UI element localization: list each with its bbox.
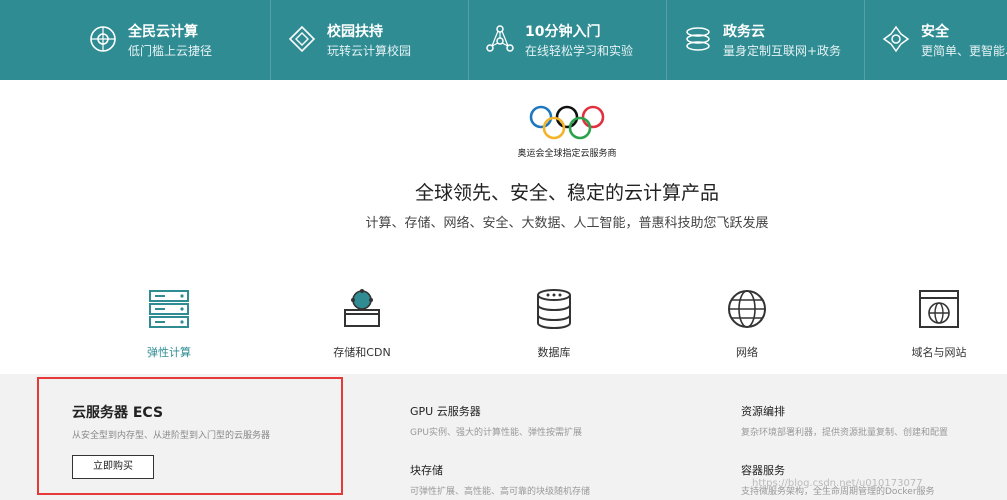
banner-item-security[interactable]: 安全 更简单、更智能、 [864, 0, 1007, 80]
olympic-rings-logo [528, 104, 606, 142]
category-storage-cdn[interactable]: 存储和CDN [302, 286, 422, 360]
product-description: 可弹性扩展、高性能、高可靠的块级随机存储 [410, 487, 591, 497]
banner-title: 10分钟入门 [525, 24, 601, 40]
product-description: GPU实例、强大的计算性能、弹性按需扩展 [410, 428, 582, 438]
hero-title: 全球领先、安全、稳定的云计算产品 [414, 182, 719, 204]
sponsor-caption: 奥运会全球指定云服务商 [517, 149, 617, 159]
product-description: 复杂环境部署利器，提供资源批量复制、创建和配置 [741, 428, 949, 438]
database-icon [531, 286, 577, 332]
banner-subtitle: 低门槛上云捷径 [128, 44, 213, 58]
banner-subtitle: 玩转云计算校园 [327, 44, 412, 58]
banner-title: 全民云计算 [128, 24, 198, 40]
product-title[interactable]: 容器服务 [741, 462, 935, 478]
government-icon [683, 24, 713, 54]
banner-subtitle: 在线轻松学习和实验 [525, 44, 634, 58]
banner-title: 安全 [921, 24, 949, 40]
storage-icon [339, 286, 385, 332]
product-title[interactable]: GPU 云服务器 [410, 403, 582, 419]
product-title[interactable]: 资源编排 [741, 403, 948, 419]
cloud-globe-icon [88, 24, 118, 54]
category-domain-website[interactable]: 域名与网站 [879, 286, 999, 360]
security-icon [881, 24, 911, 54]
banner-title: 政务云 [723, 24, 765, 40]
banner-item-government[interactable]: 政务云 量身定制互联网+政务 [666, 0, 864, 80]
product-orchestration[interactable]: 资源编排 复杂环境部署利器，提供资源批量复制、创建和配置 [741, 403, 948, 438]
hero-subtitle: 计算、存储、网络、安全、大数据、人工智能，普惠科技助您飞跃发展 [365, 216, 769, 231]
banner-item-cloud[interactable]: 全民云计算 低门槛上云捷径 [72, 0, 270, 80]
product-title[interactable]: 块存储 [410, 462, 590, 478]
category-label: 弹性计算 [147, 346, 191, 359]
website-icon [916, 286, 962, 332]
watermark: https://blog.csdn.net/u010173077 [752, 478, 923, 489]
ecs-title[interactable]: 云服务器 ECS [72, 402, 163, 422]
ecs-description: 从安全型到内存型、从进阶型到入门型的云服务器 [72, 431, 271, 441]
category-label: 网络 [736, 346, 758, 359]
banner-item-campus[interactable]: 校园扶持 玩转云计算校园 [270, 0, 468, 80]
category-label: 域名与网站 [911, 346, 967, 359]
category-database[interactable]: 数据库 [494, 286, 614, 360]
product-block-storage[interactable]: 块存储 可弹性扩展、高性能、高可靠的块级随机存储 [410, 462, 590, 497]
banner-subtitle: 量身定制互联网+政务 [723, 44, 842, 58]
banner-subtitle: 更简单、更智能、 [921, 44, 1007, 58]
category-elastic-compute[interactable]: 弹性计算 [109, 286, 229, 360]
campus-icon [287, 24, 317, 54]
globe-icon [724, 286, 770, 332]
server-icon [146, 286, 192, 332]
category-network[interactable]: 网络 [687, 286, 807, 360]
product-gpu[interactable]: GPU 云服务器 GPU实例、强大的计算性能、弹性按需扩展 [410, 403, 582, 438]
banner-item-learn[interactable]: 10分钟入门 在线轻松学习和实验 [468, 0, 666, 80]
category-label: 数据库 [537, 346, 571, 359]
banner-title: 校园扶持 [327, 24, 383, 40]
category-label: 存储和CDN [333, 346, 391, 359]
network-nodes-icon [485, 24, 515, 54]
top-banner: 全民云计算 低门槛上云捷径 校园扶持 玩转云计算校园 10分钟入门 在线轻松学习… [0, 0, 1007, 80]
buy-now-button[interactable]: 立即购买 [72, 455, 154, 479]
